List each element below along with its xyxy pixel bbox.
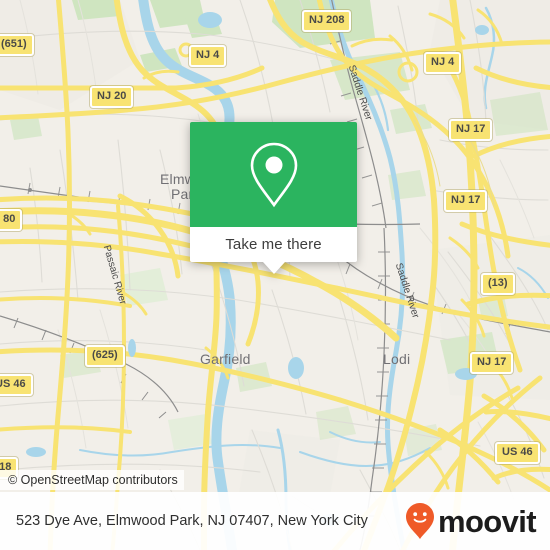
location-pin-icon xyxy=(246,140,302,210)
shield-cr-651[interactable]: (651) xyxy=(0,34,34,56)
map-canvas[interactable]: .mroad { stroke:#f8e372; stroke-linecap:… xyxy=(0,0,550,550)
map-vector-layer: .mroad { stroke:#f8e372; stroke-linecap:… xyxy=(0,0,550,550)
shield-us-46-west[interactable]: US 46 xyxy=(0,374,33,396)
map-screenshot-root: .mroad { stroke:#f8e372; stroke-linecap:… xyxy=(0,0,550,550)
shield-us-46-east[interactable]: US 46 xyxy=(495,442,540,464)
footer-bar: 523 Dye Ave, Elmwood Park, NJ 07407, New… xyxy=(0,492,550,550)
address-text: 523 Dye Ave, Elmwood Park, NJ 07407, New… xyxy=(16,512,368,529)
shield-nj-17-north[interactable]: NJ 17 xyxy=(449,119,493,141)
location-popup-card[interactable]: Take me there xyxy=(190,122,357,274)
shield-nj-20[interactable]: NJ 20 xyxy=(90,86,134,108)
popup-pointer xyxy=(262,262,285,274)
shield-nj-17-south[interactable]: NJ 17 xyxy=(470,352,514,374)
moovit-wordmark: moovit xyxy=(437,503,537,539)
osm-attribution[interactable]: © OpenStreetMap contributors xyxy=(0,470,184,490)
moovit-logo[interactable]: moovit xyxy=(405,502,537,540)
shield-cr-625[interactable]: (625) xyxy=(85,345,125,367)
popup-cta-bar[interactable]: Take me there xyxy=(190,227,357,262)
shield-nj-4-east[interactable]: NJ 4 xyxy=(424,52,462,74)
shield-i-80[interactable]: I 80 xyxy=(0,209,23,231)
popup-header xyxy=(190,122,357,227)
shield-nj-4-west[interactable]: NJ 4 xyxy=(189,45,227,67)
moovit-smiley-pin-icon xyxy=(405,502,435,540)
take-me-there-button[interactable]: Take me there xyxy=(225,236,321,253)
shield-cr-13[interactable]: (13) xyxy=(481,273,515,295)
shield-nj-17-mid[interactable]: NJ 17 xyxy=(444,190,488,212)
shield-nj-208[interactable]: NJ 208 xyxy=(302,10,352,32)
